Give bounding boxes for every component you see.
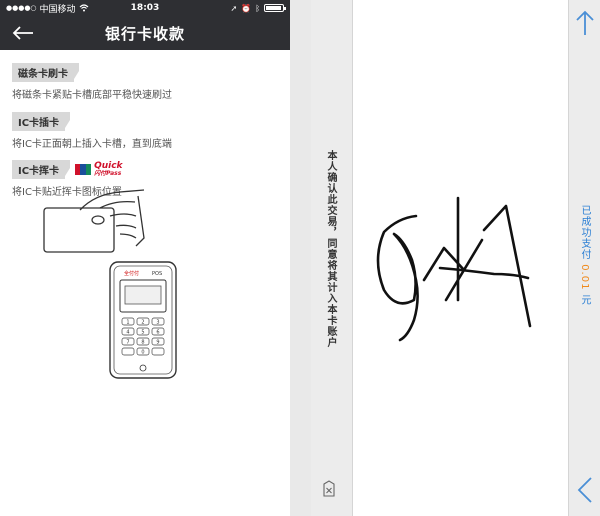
screenshot-stage: ●●●●○ 中国移动 18:03 ➚ ⏰ ᛒ 银行卡收款 磁条卡刷卡 将磁条卡紧… bbox=[0, 0, 600, 516]
method-insert: IC卡插卡 将IC卡正面朝上插入卡槽，直到底端 bbox=[12, 111, 278, 150]
clock: 18:03 bbox=[130, 3, 160, 13]
action-panel: 已成功支付 0.01 元 bbox=[568, 0, 600, 516]
back-chevron-button[interactable] bbox=[577, 476, 593, 504]
method-tag: 磁条卡刷卡 bbox=[12, 63, 79, 82]
pos-key-label: 9 bbox=[156, 340, 159, 346]
method-tag: IC卡插卡 bbox=[12, 112, 71, 131]
pos-key-label: 0 bbox=[141, 350, 144, 356]
payment-status: 已成功支付 0.01 元 bbox=[577, 205, 592, 306]
pos-key-label: 2 bbox=[141, 320, 144, 326]
paid-amount: 0.01 bbox=[579, 264, 590, 291]
pos-key-label: 5 bbox=[141, 330, 144, 336]
pos-key-label: 7 bbox=[126, 340, 129, 346]
pos-key-label: 8 bbox=[141, 340, 144, 346]
card-icon bbox=[43, 207, 115, 253]
pos-key-label: 4 bbox=[126, 330, 129, 336]
method-desc: 将磁条卡紧贴卡槽底部平稳快速刷过 bbox=[12, 90, 172, 101]
signature-canvas[interactable] bbox=[354, 0, 568, 516]
method-desc: 将IC卡正面朝上插入卡槽，直到底端 bbox=[12, 139, 172, 150]
quickpass-logo: Quick 闪付Pass bbox=[75, 161, 123, 178]
confirm-up-button[interactable] bbox=[575, 10, 595, 36]
pos-model: POS bbox=[152, 271, 162, 277]
pos-key bbox=[121, 347, 135, 356]
pos-key-label: 3 bbox=[156, 320, 159, 326]
pos-key-label: 1 bbox=[126, 320, 129, 326]
pos-key-label: 6 bbox=[156, 330, 159, 336]
battery-icon bbox=[264, 4, 286, 12]
instructions: 磁条卡刷卡 将磁条卡紧贴卡槽底部平稳快速刷过 IC卡插卡 将IC卡正面朝上插入卡… bbox=[0, 50, 290, 198]
consent-text: 本人确认此交易，同意将其计入本卡账户 bbox=[325, 150, 336, 348]
clear-icon bbox=[326, 487, 332, 494]
paid-suffix: 元 bbox=[579, 294, 590, 306]
signature-screen: 本人确认此交易，同意将其计入本卡账户 已成功支付 0.01 元 bbox=[311, 0, 600, 516]
unionpay-icon bbox=[75, 164, 92, 175]
pos-brand: 全付付 bbox=[124, 270, 139, 277]
card-payment-screen: ●●●●○ 中国移动 18:03 ➚ ⏰ ᛒ 银行卡收款 磁条卡刷卡 将磁条卡紧… bbox=[0, 0, 290, 516]
pos-screen bbox=[124, 285, 162, 305]
pos-key bbox=[151, 347, 165, 356]
clear-signature-button[interactable] bbox=[321, 480, 337, 498]
back-button[interactable] bbox=[0, 26, 40, 40]
navigation-bar: 银行卡收款 bbox=[0, 16, 290, 50]
quickpass-cn: 闪付 bbox=[94, 169, 107, 177]
status-bar: ●●●●○ 中国移动 18:03 ➚ ⏰ ᛒ bbox=[0, 0, 290, 16]
arrow-up-icon bbox=[576, 10, 594, 35]
signature-strokes bbox=[376, 196, 532, 342]
pos-illustration: 全付付 POS 1 2 3 4 5 6 7 8 9 0 bbox=[43, 189, 177, 379]
method-swipe: 磁条卡刷卡 将磁条卡紧贴卡槽底部平稳快速刷过 bbox=[12, 62, 278, 101]
consent-panel: 本人确认此交易，同意将其计入本卡账户 bbox=[311, 0, 353, 516]
chevron-left-icon bbox=[577, 477, 592, 503]
paid-prefix: 已成功支付 bbox=[579, 205, 590, 260]
page-title: 银行卡收款 bbox=[104, 24, 185, 43]
quickpass-line2: Pass bbox=[106, 169, 122, 177]
pos-device: 全付付 POS 1 2 3 4 5 6 7 8 9 0 bbox=[109, 261, 177, 379]
back-arrow-icon bbox=[12, 26, 33, 40]
method-tag: IC卡挥卡 bbox=[12, 160, 71, 179]
